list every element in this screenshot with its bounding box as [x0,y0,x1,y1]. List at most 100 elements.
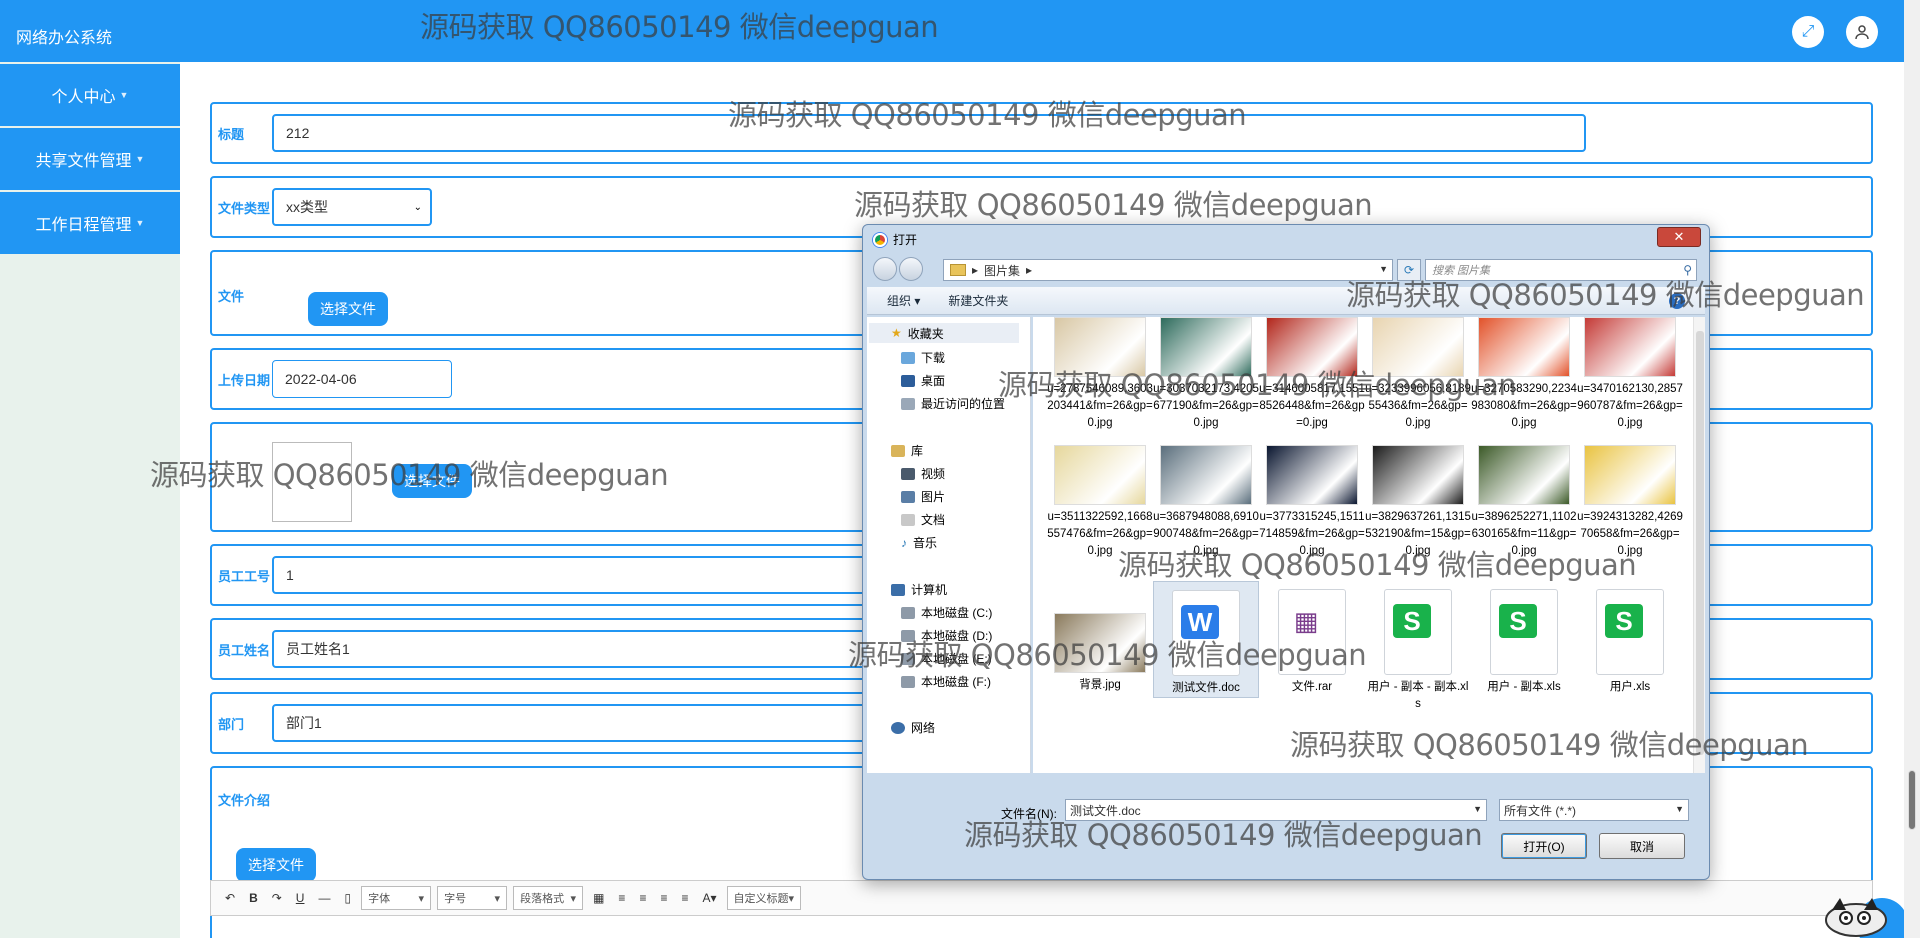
forward-icon[interactable] [899,257,923,281]
video-icon [901,467,915,480]
file-item[interactable]: u=3270583290,2234983080&fm=26&gp=0.jpg [1471,317,1577,432]
file-item[interactable]: u=3924313282,426970658&fm=26&gp=0.jpg [1577,445,1683,560]
nav-libraries-label: 库 [911,444,924,458]
search-input[interactable]: 搜索 图片集 ⚲ [1425,259,1697,281]
file-item[interactable]: u=2787546089,3603203441&fm=26&gp=0.jpg [1047,317,1153,432]
nav-libraries[interactable]: 库 [891,442,923,459]
nav-music[interactable]: ♪ 音乐 [901,534,937,551]
align-center-icon[interactable]: ≡ [656,891,671,905]
nav-disk-e[interactable]: 本地磁盘 (E:) [901,650,992,667]
file-item[interactable]: S 用户 - 副本 - 副本.xls [1365,581,1471,713]
file-list-scrollbar[interactable] [1693,317,1705,773]
font-color-icon[interactable]: A▾ [698,891,720,905]
refresh-icon[interactable]: ⟳ [1397,259,1421,281]
title-input[interactable]: 212 [272,114,1586,152]
bold-button[interactable]: B [245,891,262,905]
upload-date-input[interactable]: 2022-04-06 [272,360,452,398]
nav-network[interactable]: 网络 [891,719,935,736]
nav-documents[interactable]: 文档 [901,511,945,528]
redo-icon[interactable]: ↷ [268,891,286,905]
cancel-button[interactable]: 取消 [1599,833,1685,859]
align-right-icon[interactable]: ≡ [635,891,650,905]
horizontal-rule-icon[interactable]: — [314,891,334,905]
department-label: 部门 [218,717,245,732]
new-folder-button[interactable]: 新建文件夹 [948,292,1008,309]
file-item[interactable]: u=3146005817,15518526448&fm=26&gp=0.jpg [1259,317,1365,432]
nav-computer-label: 计算机 [911,583,948,597]
file-item[interactable]: u=3896252271,1102630165&fm=11&gp=0.jpg [1471,445,1577,560]
file-item[interactable]: u=3687948088,6910900748&fm=26&gp=0.jpg [1153,445,1259,560]
nav-disk-d[interactable]: 本地磁盘 (D:) [901,627,992,644]
sidebar-item-label: 共享文件管理 [35,153,132,170]
choose-cover-button[interactable]: 选择文件 [392,464,472,498]
disk-icon [901,606,915,619]
file-item[interactable]: u=3829637261,1315532190&fm=15&gp=0.jpg [1365,445,1471,560]
file-type-value: xx类型 [286,199,328,215]
page-scrollbar-thumb[interactable] [1908,770,1916,830]
file-name: u=3233996056,818955436&fm=26&gp=0.jpg [1365,383,1471,429]
filename-value: 测试文件.doc [1070,803,1141,818]
sidebar-item-shared-files[interactable]: 共享文件管理 ▼ [0,128,180,190]
choose-intro-file-button[interactable]: 选择文件 [236,848,316,882]
filetype-select[interactable]: 所有文件 (*.*) ▼ [1499,799,1689,821]
file-item[interactable]: 背景.jpg [1047,581,1153,694]
recent-places-icon [901,397,915,410]
file-name: u=3511322592,1668557476&fm=26&gp=0.jpg [1047,511,1153,557]
file-item[interactable]: u=3511322592,1668557476&fm=26&gp=0.jpg [1047,445,1153,560]
underline-button[interactable]: U [292,891,309,905]
file-name: u=3470162130,2857960787&fm=26&gp=0.jpg [1577,383,1683,429]
address-bar[interactable]: ▸ 图片集 ▸ ▼ [943,259,1393,281]
file-item[interactable]: u=3470162130,2857960787&fm=26&gp=0.jpg [1577,317,1683,432]
font-size-select[interactable]: 字号 ▾ [437,886,508,910]
file-item[interactable]: u=3233996056,818955436&fm=26&gp=0.jpg [1365,317,1471,432]
font-select[interactable]: 字体 ▾ [361,886,432,910]
file-item[interactable]: W 测试文件.doc [1153,581,1259,698]
nav-favorites[interactable]: ★ 收藏夹 [869,323,1019,343]
dialog-titlebar: 打开 [873,231,917,248]
file-item[interactable]: u=3037032173,4205677190&fm=26&gp=0.jpg [1153,317,1259,432]
user-icon[interactable] [1846,16,1878,48]
breadcrumb-pictures[interactable]: 图片集 [984,262,1020,279]
nav-desktop[interactable]: 桌面 [901,372,945,389]
file-list-scrollbar-thumb[interactable] [1696,331,1704,755]
nav-downloads[interactable]: 下载 [901,349,945,366]
paragraph-select[interactable]: 段落格式 ▾ [513,886,584,910]
nav-recent[interactable]: 最近访问的位置 [901,395,1005,412]
nav-pictures[interactable]: 图片 [901,488,945,505]
nav-computer[interactable]: 计算机 [891,581,947,598]
filename-input[interactable]: 测试文件.doc ▼ [1065,799,1487,821]
nav-network-label: 网络 [911,721,936,735]
nav-disk-f[interactable]: 本地磁盘 (F:) [901,673,991,690]
paragraph-label: 段落格式 [520,893,565,905]
fullscreen-icon[interactable]: ⤢ [1792,16,1824,48]
chevron-down-icon[interactable]: ▼ [1379,264,1388,274]
table-icon[interactable]: ▦ [589,891,608,905]
custom-title-select[interactable]: 自定义标题 ▾ [726,886,802,910]
nav-disk-c[interactable]: 本地磁盘 (C:) [901,604,992,621]
file-item[interactable]: u=3773315245,1511714859&fm=26&gp=0.jpg [1259,445,1365,560]
sidebar-item-personal-center[interactable]: 个人中心 ▼ [0,64,180,126]
page-icon[interactable]: ▯ [340,891,355,905]
sidebar-item-work-schedule[interactable]: 工作日程管理 ▼ [0,192,180,254]
file-item[interactable]: S 用户.xls [1577,581,1683,696]
align-justify-icon[interactable]: ≡ [677,891,692,905]
navigation-pane: ★ 收藏夹 下载 桌面 最近访问的位置 库 视频 图片 文档 ♪ 音乐 计算机 本地… [867,317,1031,773]
undo-icon[interactable]: ↶ [221,891,239,905]
page-scrollbar[interactable] [1904,0,1920,938]
pictures-icon [901,490,915,503]
close-button[interactable]: ✕ [1657,227,1701,247]
image-thumbnail [1054,613,1146,673]
nav-videos[interactable]: 视频 [901,465,945,482]
organize-button[interactable]: 组织 ▾ [887,292,920,309]
help-icon[interactable]: ? [1669,293,1685,309]
align-left-icon[interactable]: ≡ [614,891,629,905]
file-name: 用户.xls [1609,681,1651,693]
file-type-select[interactable]: xx类型 ⌄ [272,188,432,226]
open-button[interactable]: 打开(O) [1501,833,1587,859]
chevron-down-icon[interactable]: ▼ [1473,804,1482,814]
choose-file-button[interactable]: 选择文件 [308,292,388,326]
file-item[interactable]: ▦ 文件.rar [1259,581,1365,696]
font-size-label: 字号 [444,893,467,905]
file-item[interactable]: S 用户 - 副本.xls [1471,581,1577,696]
back-icon[interactable] [873,257,897,281]
